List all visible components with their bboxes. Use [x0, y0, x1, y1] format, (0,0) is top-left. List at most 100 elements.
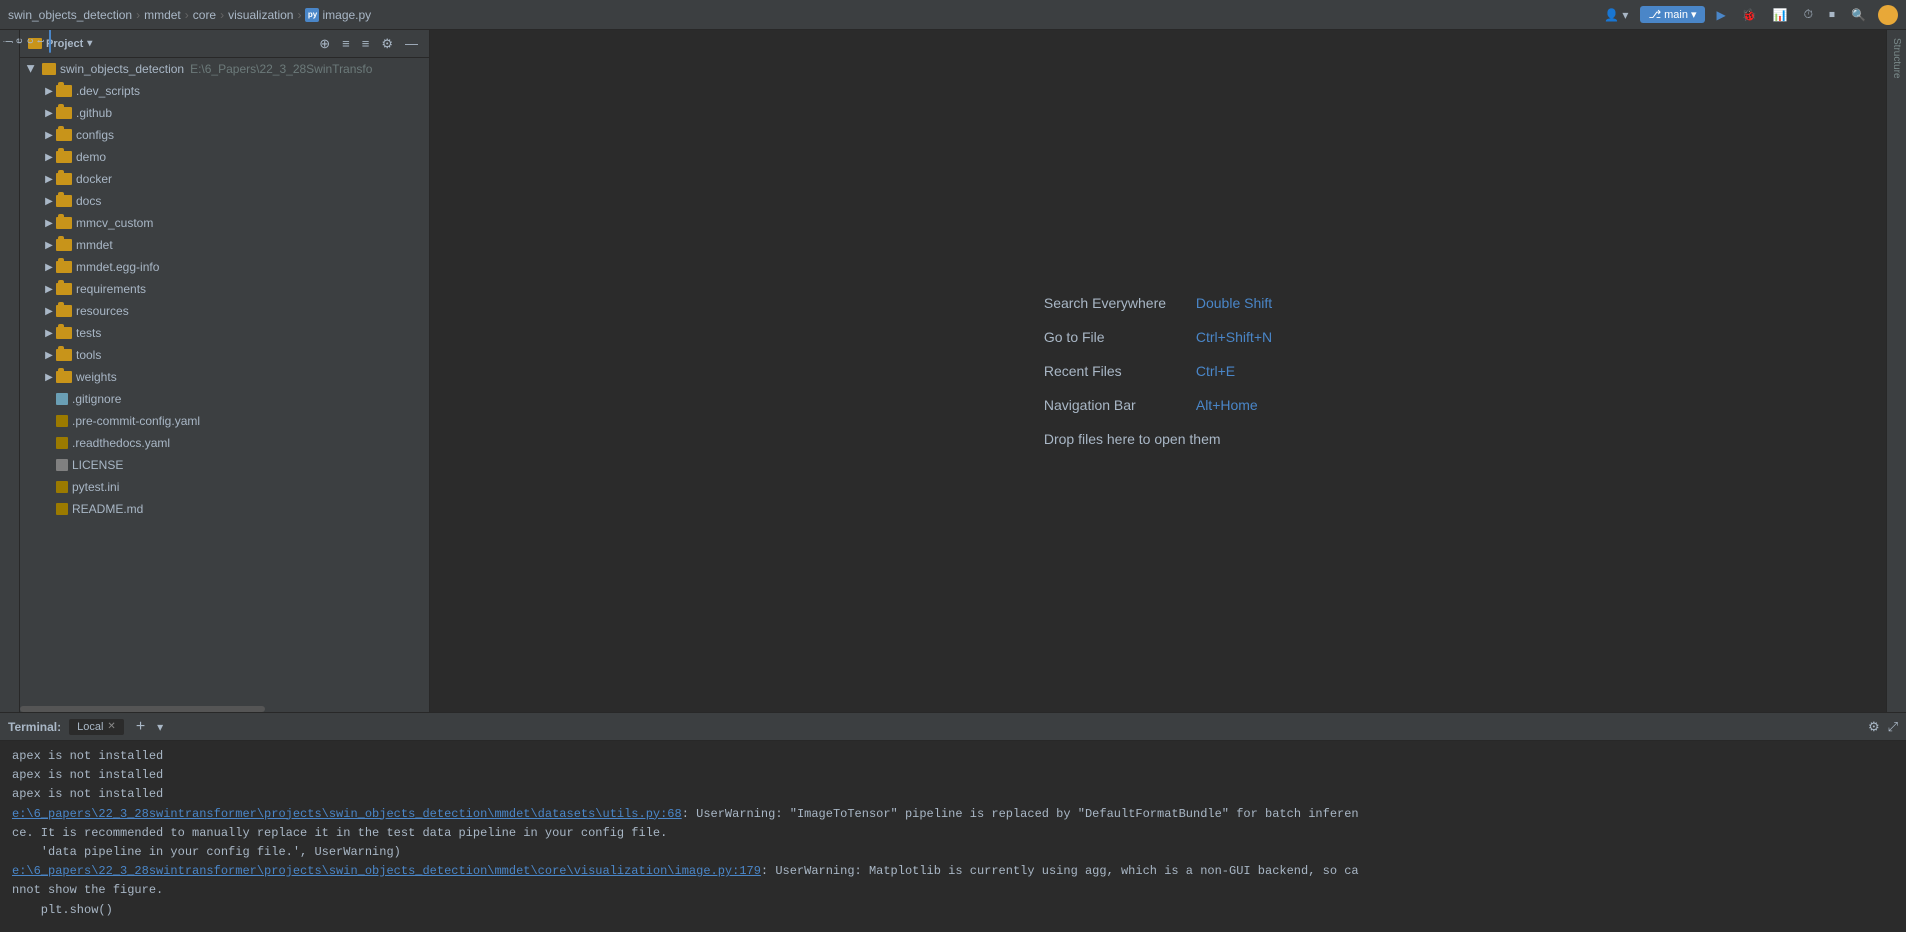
root-path: E:\6_Papers\22_3_28SwinTransfo	[190, 62, 372, 76]
vtab-structure[interactable]: Structure	[1889, 30, 1904, 87]
item-label-mmcv-custom: mmcv_custom	[76, 216, 153, 230]
branch-dropdown-icon: ▾	[1691, 8, 1697, 21]
terminal-tab-local[interactable]: Local ✕	[69, 719, 124, 735]
arrow-mmcv-custom: ▶	[42, 216, 56, 230]
goto-file-shortcut[interactable]: Ctrl+Shift+N	[1196, 329, 1272, 345]
profile-button[interactable]: ⏱	[1800, 5, 1817, 24]
folder-icon-weights	[56, 371, 72, 383]
file-tree[interactable]: ▶ swin_objects_detection E:\6_Papers\22_…	[20, 58, 429, 706]
tree-item-tools[interactable]: ▶ tools	[20, 344, 429, 366]
sidebar-tool-settings[interactable]: ⚙	[378, 35, 396, 53]
icon-precommit	[56, 415, 68, 427]
terminal-text-2: apex is not installed	[12, 768, 163, 782]
terminal-add-button[interactable]: +	[132, 718, 149, 736]
sidebar-title-label: Project	[46, 38, 83, 50]
recent-files-label: Recent Files	[1044, 363, 1184, 379]
debug-button[interactable]: 🐞	[1738, 6, 1761, 24]
terminal-link-1[interactable]: e:\6_papers\22_3_28swintransformer\proje…	[12, 807, 682, 821]
coverage-button[interactable]: 📊	[1769, 6, 1792, 24]
breadcrumb-sep-3: ›	[220, 8, 224, 22]
search-everywhere-button[interactable]: 🔍	[1847, 6, 1870, 24]
terminal-line-1: apex is not installed	[12, 747, 1894, 766]
root-folder-icon	[42, 63, 56, 75]
terminal-tab-close[interactable]: ✕	[107, 721, 115, 732]
tree-item-mmdet-egg[interactable]: ▶ mmdet.egg-info	[20, 256, 429, 278]
tree-item-docker[interactable]: ▶ docker	[20, 168, 429, 190]
sidebar-tool-flatten[interactable]: ≡	[339, 35, 353, 53]
terminal-settings-button[interactable]: ⚙	[1868, 719, 1880, 735]
terminal-text-6: 'data pipeline in your config file.', Us…	[12, 845, 401, 859]
tree-item-demo[interactable]: ▶ demo	[20, 146, 429, 168]
terminal-text-5: ce. It is recommended to manually replac…	[12, 826, 667, 840]
terminal-maximize-button[interactable]: ⤢	[1888, 719, 1898, 735]
tree-item-configs[interactable]: ▶ configs	[20, 124, 429, 146]
tree-item-mmdet[interactable]: ▶ mmdet	[20, 234, 429, 256]
item-label-resources: resources	[76, 304, 129, 318]
terminal-line-empty	[12, 920, 1894, 932]
tree-item-github[interactable]: ▶ .github	[20, 102, 429, 124]
breadcrumb-item-root[interactable]: swin_objects_detection	[8, 8, 132, 22]
recent-files-shortcut[interactable]: Ctrl+E	[1196, 363, 1235, 379]
terminal-content[interactable]: apex is not installed apex is not instal…	[0, 741, 1906, 932]
tree-item-pytest[interactable]: pytest.ini	[20, 476, 429, 498]
project-root-item[interactable]: ▶ swin_objects_detection E:\6_Papers\22_…	[20, 58, 429, 80]
hint-nav-bar: Navigation Bar Alt+Home	[1044, 397, 1258, 413]
stop-button[interactable]: ⏹	[1825, 5, 1839, 24]
terminal-link-2[interactable]: e:\6_papers\22_3_28swintransformer\proje…	[12, 864, 761, 878]
vtab-project[interactable]: Project	[0, 30, 51, 53]
python-file-icon: py	[305, 8, 319, 22]
tree-item-tests[interactable]: ▶ tests	[20, 322, 429, 344]
folder-icon-requirements	[56, 283, 72, 295]
search-everywhere-shortcut[interactable]: Double Shift	[1196, 295, 1272, 311]
sidebar-tool-minimize[interactable]: —	[402, 35, 421, 53]
tree-item-readme[interactable]: README.md	[20, 498, 429, 520]
nav-bar-shortcut[interactable]: Alt+Home	[1196, 397, 1258, 413]
item-label-docker: docker	[76, 172, 112, 186]
terminal-text-8: nnot show the figure.	[12, 883, 163, 897]
folder-icon-configs	[56, 129, 72, 141]
item-label-weights: weights	[76, 370, 117, 384]
tree-item-weights[interactable]: ▶ weights	[20, 366, 429, 388]
root-label: swin_objects_detection	[60, 62, 184, 76]
sidebar-tools: ⊕ ≡ ≡ ⚙ —	[316, 35, 421, 53]
tree-item-docs[interactable]: ▶ docs	[20, 190, 429, 212]
item-label-readthedocs: .readthedocs.yaml	[72, 436, 170, 450]
tree-item-resources[interactable]: ▶ resources	[20, 300, 429, 322]
arrow-resources: ▶	[42, 304, 56, 318]
sidebar-title-dropdown[interactable]: ▾	[87, 38, 92, 49]
breadcrumb-item-mmdet[interactable]: mmdet	[144, 8, 181, 22]
item-label-mmdet: mmdet	[76, 238, 113, 252]
tree-item-license[interactable]: LICENSE	[20, 454, 429, 476]
branch-icon: ⎇	[1648, 8, 1661, 21]
breadcrumb-item-core[interactable]: core	[193, 8, 216, 22]
terminal-dropdown-button[interactable]: ▾	[157, 720, 163, 734]
item-label-dev-scripts: .dev_scripts	[76, 84, 140, 98]
terminal-line-7: e:\6_papers\22_3_28swintransformer\proje…	[12, 862, 1894, 881]
item-label-demo: demo	[76, 150, 106, 164]
breadcrumb-item-visualization[interactable]: visualization	[228, 8, 293, 22]
breadcrumb-sep-2: ›	[185, 8, 189, 22]
tree-item-dev-scripts[interactable]: ▶ .dev_scripts	[20, 80, 429, 102]
folder-icon-tests	[56, 327, 72, 339]
icon-license	[56, 459, 68, 471]
arrow-docs: ▶	[42, 194, 56, 208]
branch-selector[interactable]: ⎇ main ▾	[1640, 6, 1704, 23]
user-button[interactable]: 👤 ▾	[1600, 6, 1632, 24]
terminal-label: Terminal:	[8, 720, 61, 734]
folder-icon-docs	[56, 195, 72, 207]
tree-item-readthedocs[interactable]: .readthedocs.yaml	[20, 432, 429, 454]
tree-item-precommit[interactable]: .pre-commit-config.yaml	[20, 410, 429, 432]
item-label-tests: tests	[76, 326, 101, 340]
sidebar-tool-collapse-all[interactable]: ⊕	[316, 35, 333, 53]
icon-gitignore	[56, 393, 68, 405]
terminal-line-6: 'data pipeline in your config file.', Us…	[12, 843, 1894, 862]
tree-item-requirements[interactable]: ▶ requirements	[20, 278, 429, 300]
sidebar-tool-sort[interactable]: ≡	[359, 35, 373, 53]
item-label-pytest: pytest.ini	[72, 480, 119, 494]
tree-item-gitignore[interactable]: .gitignore	[20, 388, 429, 410]
terminal-line-4: e:\6_papers\22_3_28swintransformer\proje…	[12, 805, 1894, 824]
item-label-mmdet-egg: mmdet.egg-info	[76, 260, 159, 274]
folder-icon-resources	[56, 305, 72, 317]
tree-item-mmcv-custom[interactable]: ▶ mmcv_custom	[20, 212, 429, 234]
run-button[interactable]: ▶	[1713, 6, 1730, 24]
